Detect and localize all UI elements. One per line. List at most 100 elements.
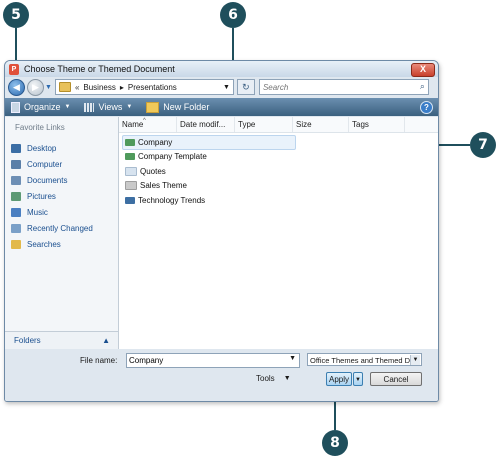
apply-button[interactable]: Apply — [326, 372, 352, 386]
file-list-pane: Name ^ Date modif... Type Size Tags Comp… — [119, 117, 438, 349]
sidebar-item-label: Searches — [27, 239, 61, 249]
desktop-icon — [11, 143, 21, 153]
sidebar-item-label: Recently Changed — [27, 223, 93, 233]
favorite-links-heading: Favorite Links — [15, 123, 65, 132]
sidebar-item-desktop[interactable]: Desktop — [11, 142, 56, 154]
new-folder-button[interactable]: New Folder — [146, 101, 210, 113]
window-title: Choose Theme or Themed Document — [24, 64, 175, 74]
command-toolbar: Organize ▼ Views ▼ New Folder ? — [5, 98, 438, 116]
file-item-technology-trends[interactable]: Technology Trends — [125, 194, 205, 207]
organize-label: Organize — [24, 102, 61, 112]
navigation-pane: Favorite Links Desktop Computer Document… — [5, 117, 119, 349]
sidebar-item-label: Desktop — [27, 143, 57, 153]
searches-icon — [11, 239, 21, 249]
address-row: ◀ ▶ ▼ « Business ▸ Presentations ▼ ↻ ⌕ — [5, 77, 438, 97]
sidebar-item-label: Music — [27, 207, 48, 217]
file-item-company-template[interactable]: Company Template — [125, 150, 207, 163]
callout-8: 8 — [322, 430, 348, 456]
sidebar-item-label: Pictures — [27, 191, 56, 201]
views-label: Views — [98, 102, 123, 112]
computer-icon — [11, 159, 21, 169]
column-date-modified[interactable]: Date modif... — [177, 117, 235, 132]
breadcrumb-presentations[interactable]: Presentations — [128, 83, 177, 92]
breadcrumb-business[interactable]: Business — [83, 83, 115, 92]
column-type[interactable]: Type — [235, 117, 293, 132]
file-name: Company Template — [138, 152, 207, 161]
sidebar-item-documents[interactable]: Documents — [11, 174, 67, 186]
file-type-select[interactable]: Office Themes and Themed D ▼ — [307, 353, 422, 366]
recent-icon — [11, 223, 21, 233]
help-icon[interactable]: ? — [420, 101, 433, 114]
sidebar-item-searches[interactable]: Searches — [11, 238, 61, 250]
file-name-label: File name: — [80, 356, 118, 365]
file-name: Company — [138, 138, 173, 147]
address-bar[interactable]: « Business ▸ Presentations ▼ — [54, 79, 234, 95]
column-tags[interactable]: Tags — [349, 117, 405, 132]
theme-file-icon — [125, 139, 135, 146]
history-dropdown-icon[interactable]: ▼ — [45, 84, 52, 91]
close-button[interactable]: X — [411, 63, 435, 77]
back-arrow-icon: ◀ — [13, 81, 20, 92]
file-name-input[interactable] — [127, 354, 281, 367]
chevron-up-icon: ▲ — [102, 336, 110, 345]
breadcrumb-arrow-icon[interactable]: ▸ — [120, 83, 124, 92]
refresh-button[interactable]: ↻ — [236, 79, 255, 95]
chevron-down-icon: ▼ — [283, 375, 291, 382]
chevron-down-icon: ▼ — [64, 104, 71, 110]
file-item-quotes[interactable]: Quotes — [125, 165, 166, 178]
search-box: ⌕ — [258, 79, 429, 95]
callout-5: 5 — [3, 2, 29, 28]
views-icon — [84, 102, 95, 112]
sidebar-item-computer[interactable]: Computer — [11, 158, 62, 170]
folder-icon — [58, 82, 71, 92]
folders-label: Folders — [14, 336, 41, 345]
organize-icon — [11, 101, 20, 113]
sidebar-item-pictures[interactable]: Pictures — [11, 190, 56, 202]
file-name-combobox: ▼ — [126, 353, 300, 368]
file-name: Sales Theme — [140, 181, 187, 190]
file-item-sales-theme[interactable]: Sales Theme — [125, 179, 187, 192]
cancel-button[interactable]: Cancel — [370, 372, 422, 386]
title-bar: P Choose Theme or Themed Document X — [5, 61, 438, 77]
folders-toggle[interactable]: Folders ▲ — [5, 331, 118, 349]
back-button[interactable]: ◀ — [8, 78, 25, 96]
column-size[interactable]: Size — [293, 117, 349, 132]
documents-icon — [11, 175, 21, 185]
file-item-company[interactable]: Company — [122, 135, 296, 150]
apply-dropdown-button[interactable]: ▼ — [353, 372, 363, 386]
file-type-value: Office Themes and Themed D — [310, 356, 411, 365]
forward-arrow-icon: ▶ — [32, 81, 39, 92]
callout-6: 6 — [220, 2, 246, 28]
sort-ascending-icon: ^ — [143, 118, 146, 124]
organize-button[interactable]: Organize ▼ — [11, 101, 71, 113]
forward-button[interactable]: ▶ — [27, 78, 44, 96]
views-button[interactable]: Views ▼ — [84, 102, 132, 112]
column-name[interactable]: Name ^ — [119, 117, 177, 132]
search-icon[interactable]: ⌕ — [420, 81, 425, 92]
dialog-footer: File name: ▼ Office Themes and Themed D … — [5, 350, 438, 401]
breadcrumb-overflow[interactable]: « — [75, 83, 79, 92]
open-dialog: P Choose Theme or Themed Document X ◀ ▶ … — [4, 60, 439, 402]
folder-icon — [125, 167, 137, 176]
file-name: Quotes — [140, 167, 166, 176]
theme-file-icon — [125, 197, 135, 204]
sidebar-item-recently-changed[interactable]: Recently Changed — [11, 222, 93, 234]
search-input[interactable] — [259, 80, 405, 94]
new-folder-label: New Folder — [163, 102, 210, 112]
column-headers: Name ^ Date modif... Type Size Tags — [119, 117, 438, 133]
tools-button[interactable]: Tools ▼ — [256, 374, 291, 383]
sidebar-item-music[interactable]: Music — [11, 206, 48, 218]
callout-7: 7 — [470, 132, 496, 158]
powerpoint-icon: P — [9, 63, 19, 75]
sidebar-item-label: Documents — [27, 175, 68, 185]
theme-file-icon — [125, 153, 135, 160]
address-dropdown-icon[interactable]: ▼ — [223, 84, 230, 91]
file-name: Technology Trends — [138, 196, 206, 205]
refresh-icon: ↻ — [242, 81, 250, 92]
sidebar-item-label: Computer — [27, 159, 63, 169]
chevron-down-icon: ▼ — [126, 104, 133, 110]
pictures-icon — [11, 191, 21, 201]
file-name-dropdown-icon[interactable]: ▼ — [289, 355, 296, 362]
new-folder-icon — [146, 101, 160, 113]
chevron-down-icon: ▼ — [410, 355, 420, 365]
